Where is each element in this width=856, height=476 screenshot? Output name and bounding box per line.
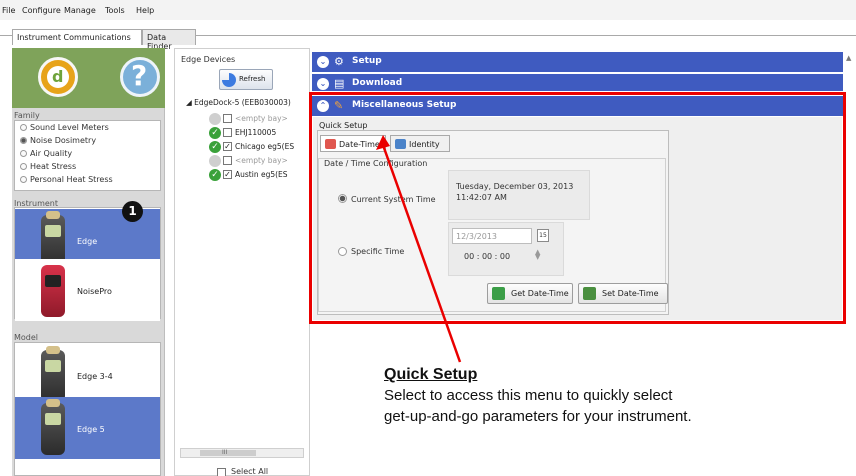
family-option-heat-stress[interactable]: Heat Stress [20,162,76,171]
device-item-chicago[interactable]: Chicago eg5(ES [235,142,294,151]
menu-help[interactable]: Help [136,6,154,15]
menu-tools[interactable]: Tools [105,6,125,15]
model-card-edge-5[interactable]: Edge 5 [15,397,160,459]
menu-file[interactable]: File [2,6,15,15]
family-option-personal-heat-stress[interactable]: Personal Heat Stress [20,175,113,184]
radio-selected-icon [20,137,27,144]
logo-letter-icon: d [52,67,64,86]
highlight-box [309,92,846,324]
radio-icon [20,124,27,131]
question-mark-icon: ? [131,59,148,92]
annotation-text-line1: Select to access this menu to quickly se… [384,387,673,404]
setup-section-bar[interactable]: ⌄ ⚙ Setup [312,52,843,72]
device-item-empty-bay[interactable]: <empty bay> [235,114,288,123]
gear-icon: ⚙ [334,55,344,68]
instrument-card-noisepro[interactable]: NoisePro [15,259,160,321]
tab-data-finder[interactable]: Data Finder [142,29,196,51]
device-item-ehj110005[interactable]: EHJ110005 [235,128,276,137]
refresh-icon [222,73,236,87]
menu-bar [0,0,856,20]
device-item-empty-bay[interactable]: <empty bay> [235,156,288,165]
edge-devices-title: Edge Devices [181,55,236,64]
select-all-label: Select All [231,467,269,476]
device-checkbox[interactable] [223,128,232,137]
tab-instrument-communications[interactable]: Instrument Communications [12,29,142,45]
menu-configure[interactable]: Configure [22,6,61,15]
document-icon: ▤ [334,77,345,90]
radio-icon [20,163,27,170]
tree-root-edgedock[interactable]: ◢ EdgeDock-5 (EEB030003) [186,98,291,107]
device-checkbox[interactable] [223,114,232,123]
family-label: Family [14,111,40,120]
scroll-grip-icon: III [222,449,228,456]
device-checkbox-checked[interactable]: ✓ [223,170,232,179]
device-checkbox[interactable] [223,156,232,165]
menu-manage[interactable]: Manage [64,6,96,15]
status-empty-icon [209,155,221,167]
scrollbar-thumb[interactable] [200,450,256,456]
status-empty-icon [209,113,221,125]
edge-5-device-icon [41,399,65,455]
device-checkbox-checked[interactable]: ✓ [223,142,232,151]
edge-3-4-device-icon [41,346,65,402]
scroll-up-icon[interactable]: ▲ [846,54,851,62]
expand-chevron-icon: ⌄ [317,78,329,90]
status-ok-icon: ✓ [209,127,221,139]
download-section-bar[interactable]: ⌄ ▤ Download [312,74,843,91]
family-option-air-quality[interactable]: Air Quality [20,149,72,158]
expand-chevron-icon: ⌄ [317,56,329,68]
model-label: Model [14,333,39,342]
status-ok-icon: ✓ [209,169,221,181]
callout-number-1: 1 [122,201,143,222]
family-option-noise-dosimetry[interactable]: Noise Dosimetry [20,136,96,145]
annotation-text-line2: get-up-and-go parameters for your instru… [384,408,692,425]
select-all-checkbox[interactable] [217,468,226,476]
collapse-triangle-icon: ◢ [186,98,195,107]
edge-devices-panel [174,48,310,476]
radio-icon [20,176,27,183]
status-ok-icon: ✓ [209,141,221,153]
device-item-austin[interactable]: Austin eg5(ES [235,170,288,179]
family-option-sound-level-meters[interactable]: Sound Level Meters [20,123,109,132]
noisepro-device-icon [41,265,65,317]
annotation-title: Quick Setup [384,366,478,383]
radio-icon [20,150,27,157]
